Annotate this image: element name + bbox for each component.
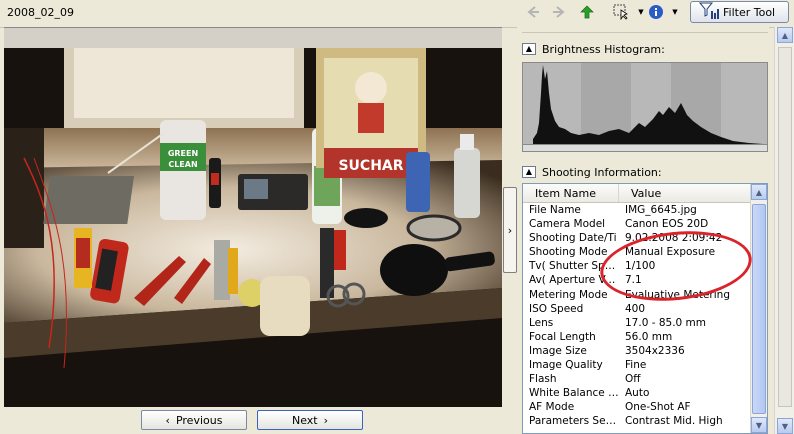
table-scrollbar[interactable]: ▲ ▼ <box>750 184 767 433</box>
table-header: Item Name Value <box>523 184 767 203</box>
row-item-value: Canon EOS 20D <box>625 218 709 231</box>
column-header-value[interactable]: Value <box>619 184 751 202</box>
histogram-range-bar <box>523 144 767 151</box>
table-row[interactable]: Image Quality Fine <box>523 358 767 372</box>
row-item-name: Flash <box>529 373 557 386</box>
row-item-value: 3504x2336 <box>625 344 685 357</box>
cleaner-label-2: CLEAN <box>168 160 197 169</box>
table-row[interactable]: Metering Mode Evaluative Metering <box>523 288 767 302</box>
row-item-name: White Balance M... <box>529 387 619 400</box>
image-viewer: GREEN CLEAN SUCHAR <box>4 27 502 408</box>
table-row[interactable]: Tv( Shutter Spee... 1/100 <box>523 259 767 273</box>
row-item-name: Image Quality <box>529 359 603 372</box>
next-label: Next <box>291 413 318 427</box>
next-button[interactable]: Next › <box>257 410 363 430</box>
row-item-name: Lens <box>529 316 554 329</box>
table-row[interactable]: File Name IMG_6645.jpg <box>523 203 767 217</box>
chevron-right-icon: › <box>323 413 329 427</box>
row-item-value: Auto <box>625 387 650 400</box>
chevron-right-icon: › <box>507 223 513 237</box>
row-item-name: Av( Aperture Valu... <box>529 274 619 287</box>
table-row[interactable]: Focal Length 56.0 mm <box>523 330 767 344</box>
table-row[interactable]: Av( Aperture Valu... 7.1 <box>523 273 767 287</box>
collapse-icon[interactable]: ▲ <box>522 166 536 178</box>
table-row[interactable]: White Balance M... Auto <box>523 386 767 400</box>
row-item-value: Contrast Mid. High <box>625 415 723 428</box>
row-item-name: Tv( Shutter Spee... <box>529 260 619 273</box>
scroll-down-icon[interactable]: ▼ <box>777 418 793 434</box>
row-item-value: 9.02.2008 2:09:42 <box>625 232 723 245</box>
table-row[interactable]: Camera Model Canon EOS 20D <box>523 217 767 231</box>
row-item-value: 1/100 <box>625 260 656 273</box>
panel-toggle-button[interactable]: › <box>503 187 517 273</box>
row-item-value: 400 <box>625 302 646 315</box>
table-body: File Name IMG_6645.jpg Camera Model Canon E… <box>523 203 767 429</box>
histogram-title: Brightness Histogram: <box>542 42 665 56</box>
row-item-name: ISO Speed <box>529 302 584 315</box>
photo-preview[interactable]: GREEN CLEAN SUCHAR <box>4 48 502 408</box>
table-row[interactable]: Shooting Date/Ti 9.02.2008 2:09:42 <box>523 231 767 245</box>
shooting-info-title: Shooting Information: <box>542 165 662 179</box>
row-item-name: AF Mode <box>529 401 575 414</box>
table-row[interactable]: Parameters Settin... Contrast Mid. High <box>523 414 767 428</box>
scroll-up-icon[interactable]: ▲ <box>777 27 793 43</box>
row-item-value: 7.1 <box>625 274 642 287</box>
row-item-name: Camera Model <box>529 218 606 231</box>
toolbar: 2008_02_09 ▼ ▼ Filter Tool <box>0 0 794 28</box>
previous-label: Previous <box>175 413 223 427</box>
section-divider <box>522 27 768 33</box>
info-dropdown-icon[interactable]: ▼ <box>666 3 684 21</box>
cleaner-label-1: GREEN <box>168 149 198 158</box>
scroll-up-icon[interactable]: ▲ <box>751 184 767 200</box>
poster-text: SUCHAR <box>338 158 403 174</box>
row-item-value: Evaluative Metering <box>625 288 730 301</box>
row-item-value: IMG_6645.jpg <box>625 204 697 216</box>
shooting-info-header: ▲ Shooting Information: <box>522 164 662 180</box>
select-icon[interactable] <box>613 3 631 21</box>
collapse-icon[interactable]: ▲ <box>522 43 536 55</box>
row-item-name: Image Size <box>529 344 587 357</box>
forward-arrow-icon[interactable] <box>550 3 568 21</box>
row-item-value: One-Shot AF <box>625 401 691 414</box>
folder-title: 2008_02_09 <box>7 6 74 19</box>
filter-icon <box>698 2 719 23</box>
chevron-left-icon: ‹ <box>165 413 170 427</box>
row-item-name: Shooting Mode <box>529 246 608 259</box>
row-item-name: File Name <box>529 204 581 216</box>
table-row[interactable]: Image Size 3504x2336 <box>523 344 767 358</box>
info-panel: ▲ Brightness Histogram: ▲ Shooting Infor… <box>517 27 769 434</box>
column-header-name[interactable]: Item Name <box>523 184 619 202</box>
up-folder-icon[interactable] <box>578 3 596 21</box>
info-icon[interactable] <box>647 3 665 21</box>
scrollbar-thumb[interactable] <box>752 204 766 414</box>
row-item-value: 17.0 - 85.0 mm <box>625 316 707 329</box>
shooting-info-table: Item Name Value File Name IMG_6645.jpg Cam… <box>522 183 768 434</box>
row-item-value: 56.0 mm <box>625 330 673 343</box>
filter-tool-label: Filter Tool <box>723 5 776 19</box>
row-item-name: Shooting Date/Ti <box>529 232 617 245</box>
panel-scrollbar[interactable]: ▲ ▼ <box>774 27 794 434</box>
row-item-name: Parameters Settin... <box>529 415 619 428</box>
panel-scrollbar-thumb[interactable] <box>778 47 792 407</box>
navigation-bar: ‹ Previous Next › <box>0 407 506 434</box>
table-row[interactable]: AF Mode One-Shot AF <box>523 400 767 414</box>
brightness-histogram <box>522 62 768 152</box>
table-row[interactable]: Lens 17.0 - 85.0 mm <box>523 316 767 330</box>
row-item-value: Fine <box>625 359 647 372</box>
filter-tool-button[interactable]: Filter Tool <box>690 1 789 23</box>
row-item-value: Off <box>625 373 641 386</box>
previous-button[interactable]: ‹ Previous <box>141 410 247 430</box>
histogram-header: ▲ Brightness Histogram: <box>522 41 665 57</box>
table-row[interactable]: Shooting Mode Manual Exposure <box>523 245 767 259</box>
row-item-name: Focal Length <box>529 330 596 343</box>
row-item-name: Metering Mode <box>529 288 608 301</box>
row-item-value: Manual Exposure <box>625 246 716 259</box>
back-arrow-icon[interactable] <box>524 3 542 21</box>
table-row[interactable]: Flash Off <box>523 372 767 386</box>
scroll-down-icon[interactable]: ▼ <box>751 417 767 433</box>
table-row[interactable]: ISO Speed 400 <box>523 302 767 316</box>
